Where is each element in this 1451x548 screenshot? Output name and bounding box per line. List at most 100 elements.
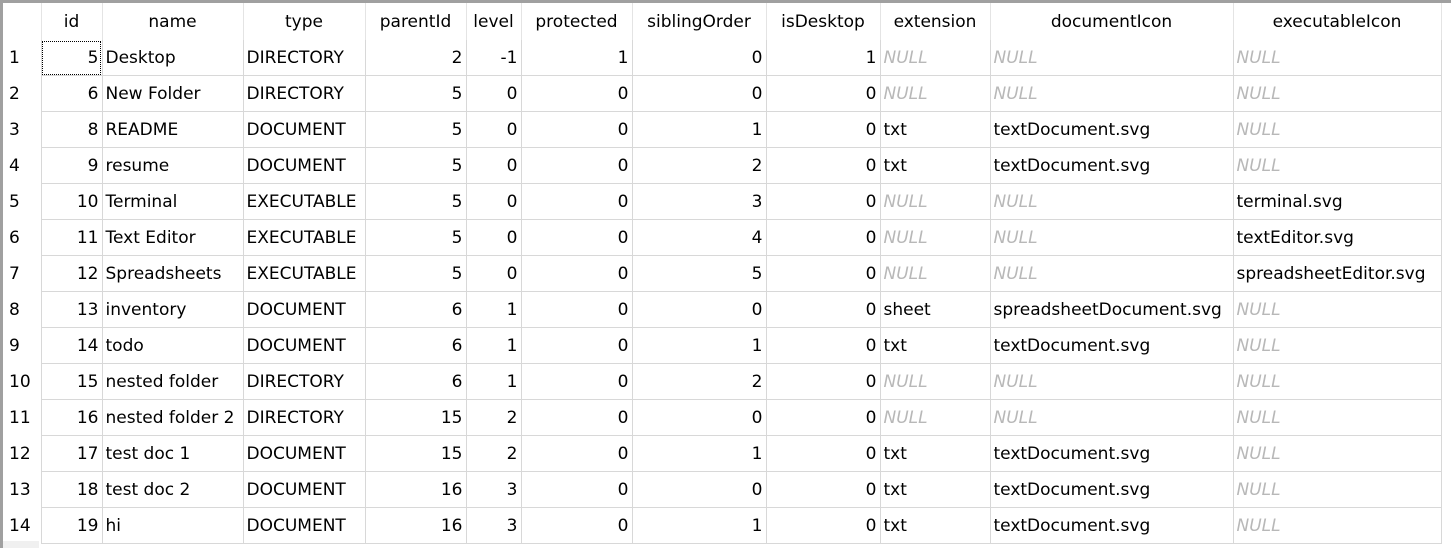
cell-id[interactable]: 18 bbox=[41, 471, 103, 508]
cell-executableIcon[interactable]: spreadsheetEditor.svg bbox=[1233, 255, 1442, 292]
column-header-isDesktop[interactable]: isDesktop bbox=[766, 3, 881, 40]
cell-name[interactable]: nested folder bbox=[102, 363, 244, 400]
cell-id[interactable]: 5 bbox=[41, 40, 103, 76]
cell-name[interactable]: Desktop bbox=[102, 40, 244, 76]
cell-executableIcon[interactable]: NULL bbox=[1233, 471, 1442, 508]
cell-level[interactable]: 0 bbox=[466, 219, 522, 256]
column-header-protected[interactable]: protected bbox=[521, 3, 633, 40]
cell-name[interactable]: Terminal bbox=[102, 183, 244, 220]
row-number[interactable]: 7 bbox=[3, 255, 42, 292]
cell-isDesktop[interactable]: 0 bbox=[766, 399, 881, 436]
cell-type[interactable]: DIRECTORY bbox=[243, 399, 366, 436]
table-row[interactable]: 14 19 hi DOCUMENT 16 3 0 1 0 txt textDocument.svg N… bbox=[3, 507, 1442, 544]
cell-name[interactable]: test doc 2 bbox=[102, 471, 244, 508]
cell-executableIcon[interactable]: NULL bbox=[1233, 327, 1442, 364]
cell-siblingOrder[interactable]: 0 bbox=[632, 399, 767, 436]
row-number[interactable]: 12 bbox=[3, 435, 42, 472]
cell-extension[interactable]: NULL bbox=[880, 183, 991, 220]
row-number[interactable]: 14 bbox=[3, 507, 42, 544]
cell-extension[interactable]: txt bbox=[880, 147, 991, 184]
cell-level[interactable]: 0 bbox=[466, 255, 522, 292]
column-header-executableIcon[interactable]: executableIcon bbox=[1233, 3, 1442, 40]
cell-extension[interactable]: txt bbox=[880, 471, 991, 508]
cell-level[interactable]: 2 bbox=[466, 435, 522, 472]
cell-parentId[interactable]: 2 bbox=[365, 40, 467, 76]
cell-protected[interactable]: 0 bbox=[521, 399, 633, 436]
cell-type[interactable]: DOCUMENT bbox=[243, 147, 366, 184]
cell-protected[interactable]: 0 bbox=[521, 507, 633, 544]
cell-executableIcon[interactable]: NULL bbox=[1233, 147, 1442, 184]
cell-level[interactable]: -1 bbox=[466, 40, 522, 76]
cell-name[interactable]: nested folder 2 bbox=[102, 399, 244, 436]
cell-protected[interactable]: 0 bbox=[521, 147, 633, 184]
cell-extension[interactable]: txt bbox=[880, 435, 991, 472]
cell-level[interactable]: 1 bbox=[466, 363, 522, 400]
row-number[interactable]: 10 bbox=[3, 363, 42, 400]
cell-isDesktop[interactable]: 0 bbox=[766, 183, 881, 220]
cell-siblingOrder[interactable]: 0 bbox=[632, 75, 767, 112]
table-row[interactable]: 12 17 test doc 1 DOCUMENT 15 2 0 1 0 txt textDocum… bbox=[3, 435, 1442, 472]
cell-type[interactable]: DOCUMENT bbox=[243, 291, 366, 328]
cell-documentIcon[interactable]: NULL bbox=[990, 183, 1234, 220]
cell-id[interactable]: 9 bbox=[41, 147, 103, 184]
cell-extension[interactable]: NULL bbox=[880, 219, 991, 256]
cell-executableIcon[interactable]: NULL bbox=[1233, 507, 1442, 544]
cell-documentIcon[interactable]: textDocument.svg bbox=[990, 507, 1234, 544]
cell-protected[interactable]: 0 bbox=[521, 219, 633, 256]
cell-type[interactable]: DIRECTORY bbox=[243, 363, 366, 400]
cell-siblingOrder[interactable]: 0 bbox=[632, 40, 767, 76]
cell-executableIcon[interactable]: textEditor.svg bbox=[1233, 219, 1442, 256]
cell-executableIcon[interactable]: NULL bbox=[1233, 40, 1442, 76]
cell-protected[interactable]: 0 bbox=[521, 255, 633, 292]
cell-parentId[interactable]: 6 bbox=[365, 363, 467, 400]
cell-level[interactable]: 1 bbox=[466, 327, 522, 364]
cell-extension[interactable]: NULL bbox=[880, 399, 991, 436]
cell-id[interactable]: 11 bbox=[41, 219, 103, 256]
cell-isDesktop[interactable]: 0 bbox=[766, 255, 881, 292]
cell-isDesktop[interactable]: 0 bbox=[766, 471, 881, 508]
cell-siblingOrder[interactable]: 0 bbox=[632, 291, 767, 328]
cell-type[interactable]: EXECUTABLE bbox=[243, 255, 366, 292]
cell-executableIcon[interactable]: NULL bbox=[1233, 111, 1442, 148]
cell-extension[interactable]: NULL bbox=[880, 40, 991, 76]
cell-name[interactable]: New Folder bbox=[102, 75, 244, 112]
cell-type[interactable]: EXECUTABLE bbox=[243, 183, 366, 220]
column-header-name[interactable]: name bbox=[102, 3, 244, 40]
cell-level[interactable]: 3 bbox=[466, 507, 522, 544]
cell-parentId[interactable]: 16 bbox=[365, 507, 467, 544]
cell-executableIcon[interactable]: NULL bbox=[1233, 291, 1442, 328]
cell-id[interactable]: 12 bbox=[41, 255, 103, 292]
cell-level[interactable]: 0 bbox=[466, 183, 522, 220]
cell-id[interactable]: 15 bbox=[41, 363, 103, 400]
column-header-type[interactable]: type bbox=[243, 3, 366, 40]
cell-level[interactable]: 0 bbox=[466, 147, 522, 184]
cell-documentIcon[interactable]: NULL bbox=[990, 363, 1234, 400]
cell-id[interactable]: 8 bbox=[41, 111, 103, 148]
column-header-documentIcon[interactable]: documentIcon bbox=[990, 3, 1234, 40]
cell-type[interactable]: EXECUTABLE bbox=[243, 219, 366, 256]
row-number[interactable]: 8 bbox=[3, 291, 42, 328]
row-number[interactable]: 11 bbox=[3, 399, 42, 436]
cell-parentId[interactable]: 5 bbox=[365, 75, 467, 112]
cell-executableIcon[interactable]: NULL bbox=[1233, 363, 1442, 400]
cell-siblingOrder[interactable]: 2 bbox=[632, 363, 767, 400]
cell-isDesktop[interactable]: 0 bbox=[766, 75, 881, 112]
cell-extension[interactable]: NULL bbox=[880, 255, 991, 292]
cell-extension[interactable]: NULL bbox=[880, 75, 991, 112]
cell-type[interactable]: DOCUMENT bbox=[243, 327, 366, 364]
cell-level[interactable]: 3 bbox=[466, 471, 522, 508]
cell-parentId[interactable]: 16 bbox=[365, 471, 467, 508]
cell-documentIcon[interactable]: NULL bbox=[990, 255, 1234, 292]
table-row[interactable]: 6 11 Text Editor EXECUTABLE 5 0 0 4 0 NULL NULL tex… bbox=[3, 219, 1442, 256]
cell-siblingOrder[interactable]: 0 bbox=[632, 471, 767, 508]
cell-isDesktop[interactable]: 0 bbox=[766, 363, 881, 400]
cell-documentIcon[interactable]: textDocument.svg bbox=[990, 111, 1234, 148]
cell-extension[interactable]: sheet bbox=[880, 291, 991, 328]
row-number[interactable]: 4 bbox=[3, 147, 42, 184]
cell-siblingOrder[interactable]: 1 bbox=[632, 507, 767, 544]
cell-name[interactable]: inventory bbox=[102, 291, 244, 328]
cell-parentId[interactable]: 15 bbox=[365, 399, 467, 436]
row-number[interactable]: 2 bbox=[3, 75, 42, 112]
cell-protected[interactable]: 1 bbox=[521, 40, 633, 76]
cell-name[interactable]: README bbox=[102, 111, 244, 148]
